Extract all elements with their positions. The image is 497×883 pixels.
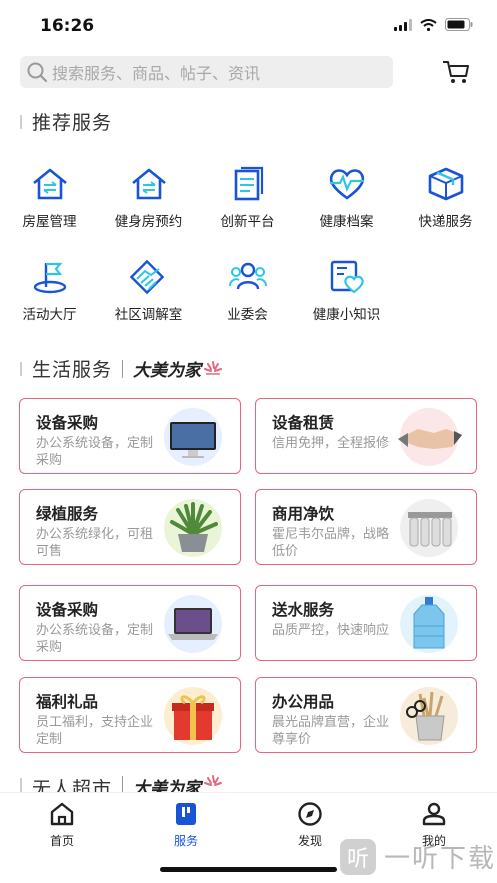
life-card[interactable]: 设备采购 办公系统设备，定制采购 [19,398,241,474]
service-mediation-room[interactable]: 社区调解室 [99,259,198,323]
watermark-badge: 听 [340,838,376,875]
service-house-management[interactable]: 房屋管理 [0,166,99,230]
life-section-header: 生活服务 大美为家 [20,355,223,382]
heart-pulse-icon [329,169,364,200]
section-divider [122,359,124,378]
life-card[interactable]: 绿植服务 办公系统绿化，可租可售 [19,489,241,565]
status-time: 16:26 [40,16,95,36]
flag-icon [33,262,66,294]
section-marker [20,114,22,129]
search-row: 搜索服务、商品、帖子、资讯 [20,56,480,90]
service-owners-committee[interactable]: 业委会 [198,259,297,323]
service-label: 业委会 [227,307,268,323]
card-desc: 晨光品牌直营，企业尊享价 [272,715,390,747]
health-tips-icon [330,260,364,294]
card-desc: 品质严控，快速响应 [272,623,390,638]
service-label: 房屋管理 [22,214,77,230]
document-stack-icon [234,166,263,201]
water-bottle-image [400,595,458,653]
brand-logo-icon [204,360,223,375]
battery-icon [445,18,473,31]
gift-box-image [164,687,222,745]
card-title: 福利礼品 [36,693,99,711]
house-icon [32,168,67,200]
compass-icon [298,802,322,826]
section-divider [122,776,124,792]
service-label: 活动大厅 [22,307,77,323]
handshake-icon [129,259,164,295]
service-label: 健身房预约 [114,214,183,230]
watermark-text: 一听下载 [384,844,497,874]
search-icon [27,62,48,83]
wifi-icon [420,18,437,31]
market-section-header: 无人超市 大美为家 [20,768,223,792]
card-desc: 霍尼韦尔品牌，战略低价 [272,527,390,559]
card-title: 设备采购 [36,601,99,619]
card-desc: 办公系统设备，定制采购 [36,436,154,468]
status-icons [394,18,473,31]
card-title: 商用净饮 [272,505,335,523]
card-title: 办公用品 [272,693,335,711]
parcel-box-icon [428,167,463,201]
market-title: 无人超市 [32,778,113,792]
card-desc: 信用免押，全程报修 [272,436,390,451]
brand-logo-icon [204,775,223,786]
market-brand: 大美为家 [133,779,202,792]
life-brand: 大美为家 [133,361,202,381]
service-innovation-platform[interactable]: 创新平台 [198,166,297,230]
tab-service[interactable]: 服务 [141,801,231,849]
section-marker [20,361,22,376]
service-express[interactable]: 快递服务 [396,166,495,230]
tab-home[interactable]: 首页 [17,801,107,849]
card-title: 设备租赁 [272,414,335,432]
life-title: 生活服务 [32,359,113,381]
watermark: 听 一听下载 [340,838,496,875]
service-label: 健康小知识 [312,307,381,323]
card-title: 送水服务 [272,601,335,619]
status-bar: 16:26 [0,0,497,52]
service-gym-booking[interactable]: 健身房预约 [99,166,198,230]
home-icon [50,802,74,826]
card-desc: 办公系统绿化，可租可售 [36,527,154,559]
life-card[interactable]: 商用净饮 霍尼韦尔品牌，战略低价 [255,489,477,565]
recommend-title: 推荐服务 [32,112,113,134]
group-icon [228,262,267,290]
stationery-image [400,687,458,745]
cart-icon[interactable] [441,58,471,86]
tab-label: 服务 [173,834,198,848]
recommend-section-header: 推荐服务 [20,108,112,135]
gym-house-icon [131,168,166,200]
service-health-tips[interactable]: 健康小知识 [297,259,396,323]
service-label: 健康档案 [319,214,374,230]
tab-label: 首页 [49,834,74,848]
life-card[interactable]: 设备租赁 信用免押，全程报修 [255,398,477,474]
plant-image [164,499,222,557]
card-desc: 办公系统设备，定制采购 [36,623,154,655]
service-label: 社区调解室 [114,307,183,323]
service-activity-hall[interactable]: 活动大厅 [0,259,99,323]
service-label: 快递服务 [418,214,473,230]
card-desc: 员工福利，支持企业定制 [36,715,154,747]
laptop-image [164,595,222,653]
card-title: 绿植服务 [36,505,99,523]
signal-icon [394,18,412,31]
water-purifier-image [400,499,458,557]
handshake-image [398,408,462,466]
service-health-records[interactable]: 健康档案 [297,166,396,230]
life-card[interactable]: 设备采购 办公系统设备，定制采购 [19,585,241,661]
service-icon [176,803,196,825]
life-card[interactable]: 送水服务 品质严控，快速响应 [255,585,477,661]
life-card[interactable]: 办公用品 晨光品牌直营，企业尊享价 [255,677,477,753]
home-indicator [160,867,337,872]
service-label: 创新平台 [220,214,275,230]
section-marker [20,778,22,792]
life-card[interactable]: 福利礼品 员工福利，支持企业定制 [19,677,241,753]
search-placeholder: 搜索服务、商品、帖子、资讯 [52,64,261,83]
monitor-image [164,408,222,466]
profile-icon [422,802,446,826]
search-input[interactable]: 搜索服务、商品、帖子、资讯 [20,56,393,88]
card-title: 设备采购 [36,414,99,432]
